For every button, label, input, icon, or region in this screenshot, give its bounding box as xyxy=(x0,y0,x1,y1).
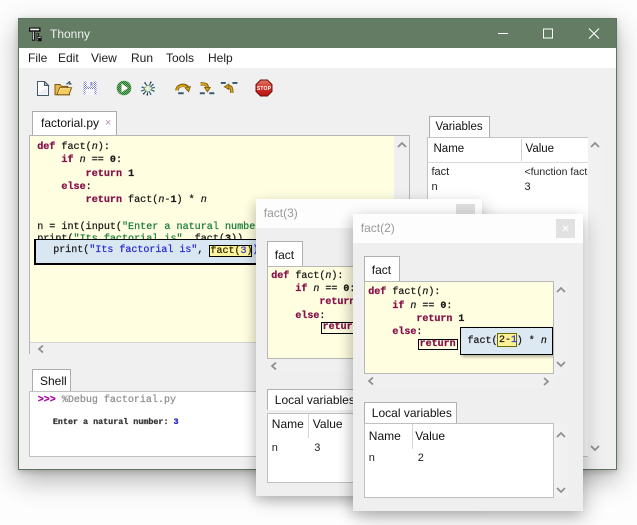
svg-text:STOP: STOP xyxy=(257,85,272,91)
